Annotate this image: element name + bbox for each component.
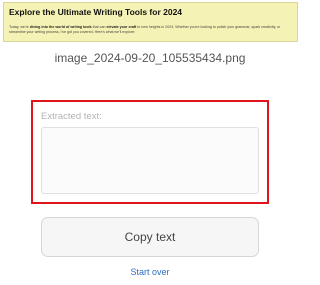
copy-text-button[interactable]: Copy text xyxy=(41,217,259,257)
extracted-text-label: Extracted text: xyxy=(41,111,102,122)
file-name: image_2024-09-20_105535434.png xyxy=(54,51,246,65)
thumbnail-body-bold-2: elevate your craft xyxy=(106,25,137,29)
start-over-link[interactable]: Start over xyxy=(0,267,300,277)
thumbnail-body: Today, we're diving into the world of wr… xyxy=(9,25,292,35)
uploaded-image-thumbnail: Explore the Ultimate Writing Tools for 2… xyxy=(3,2,298,42)
extracted-text-field[interactable] xyxy=(41,127,259,194)
image-to-text-page: Explore the Ultimate Writing Tools for 2… xyxy=(0,0,300,285)
thumbnail-body-bold-1: diving into the world of writing tools xyxy=(29,25,92,29)
thumbnail-body-pre: Today, we're xyxy=(9,25,30,29)
thumbnail-title: Explore the Ultimate Writing Tools for 2… xyxy=(9,7,183,17)
extracted-text-panel: Extracted text: xyxy=(31,100,269,204)
thumbnail-body-mid: that can xyxy=(91,25,107,29)
